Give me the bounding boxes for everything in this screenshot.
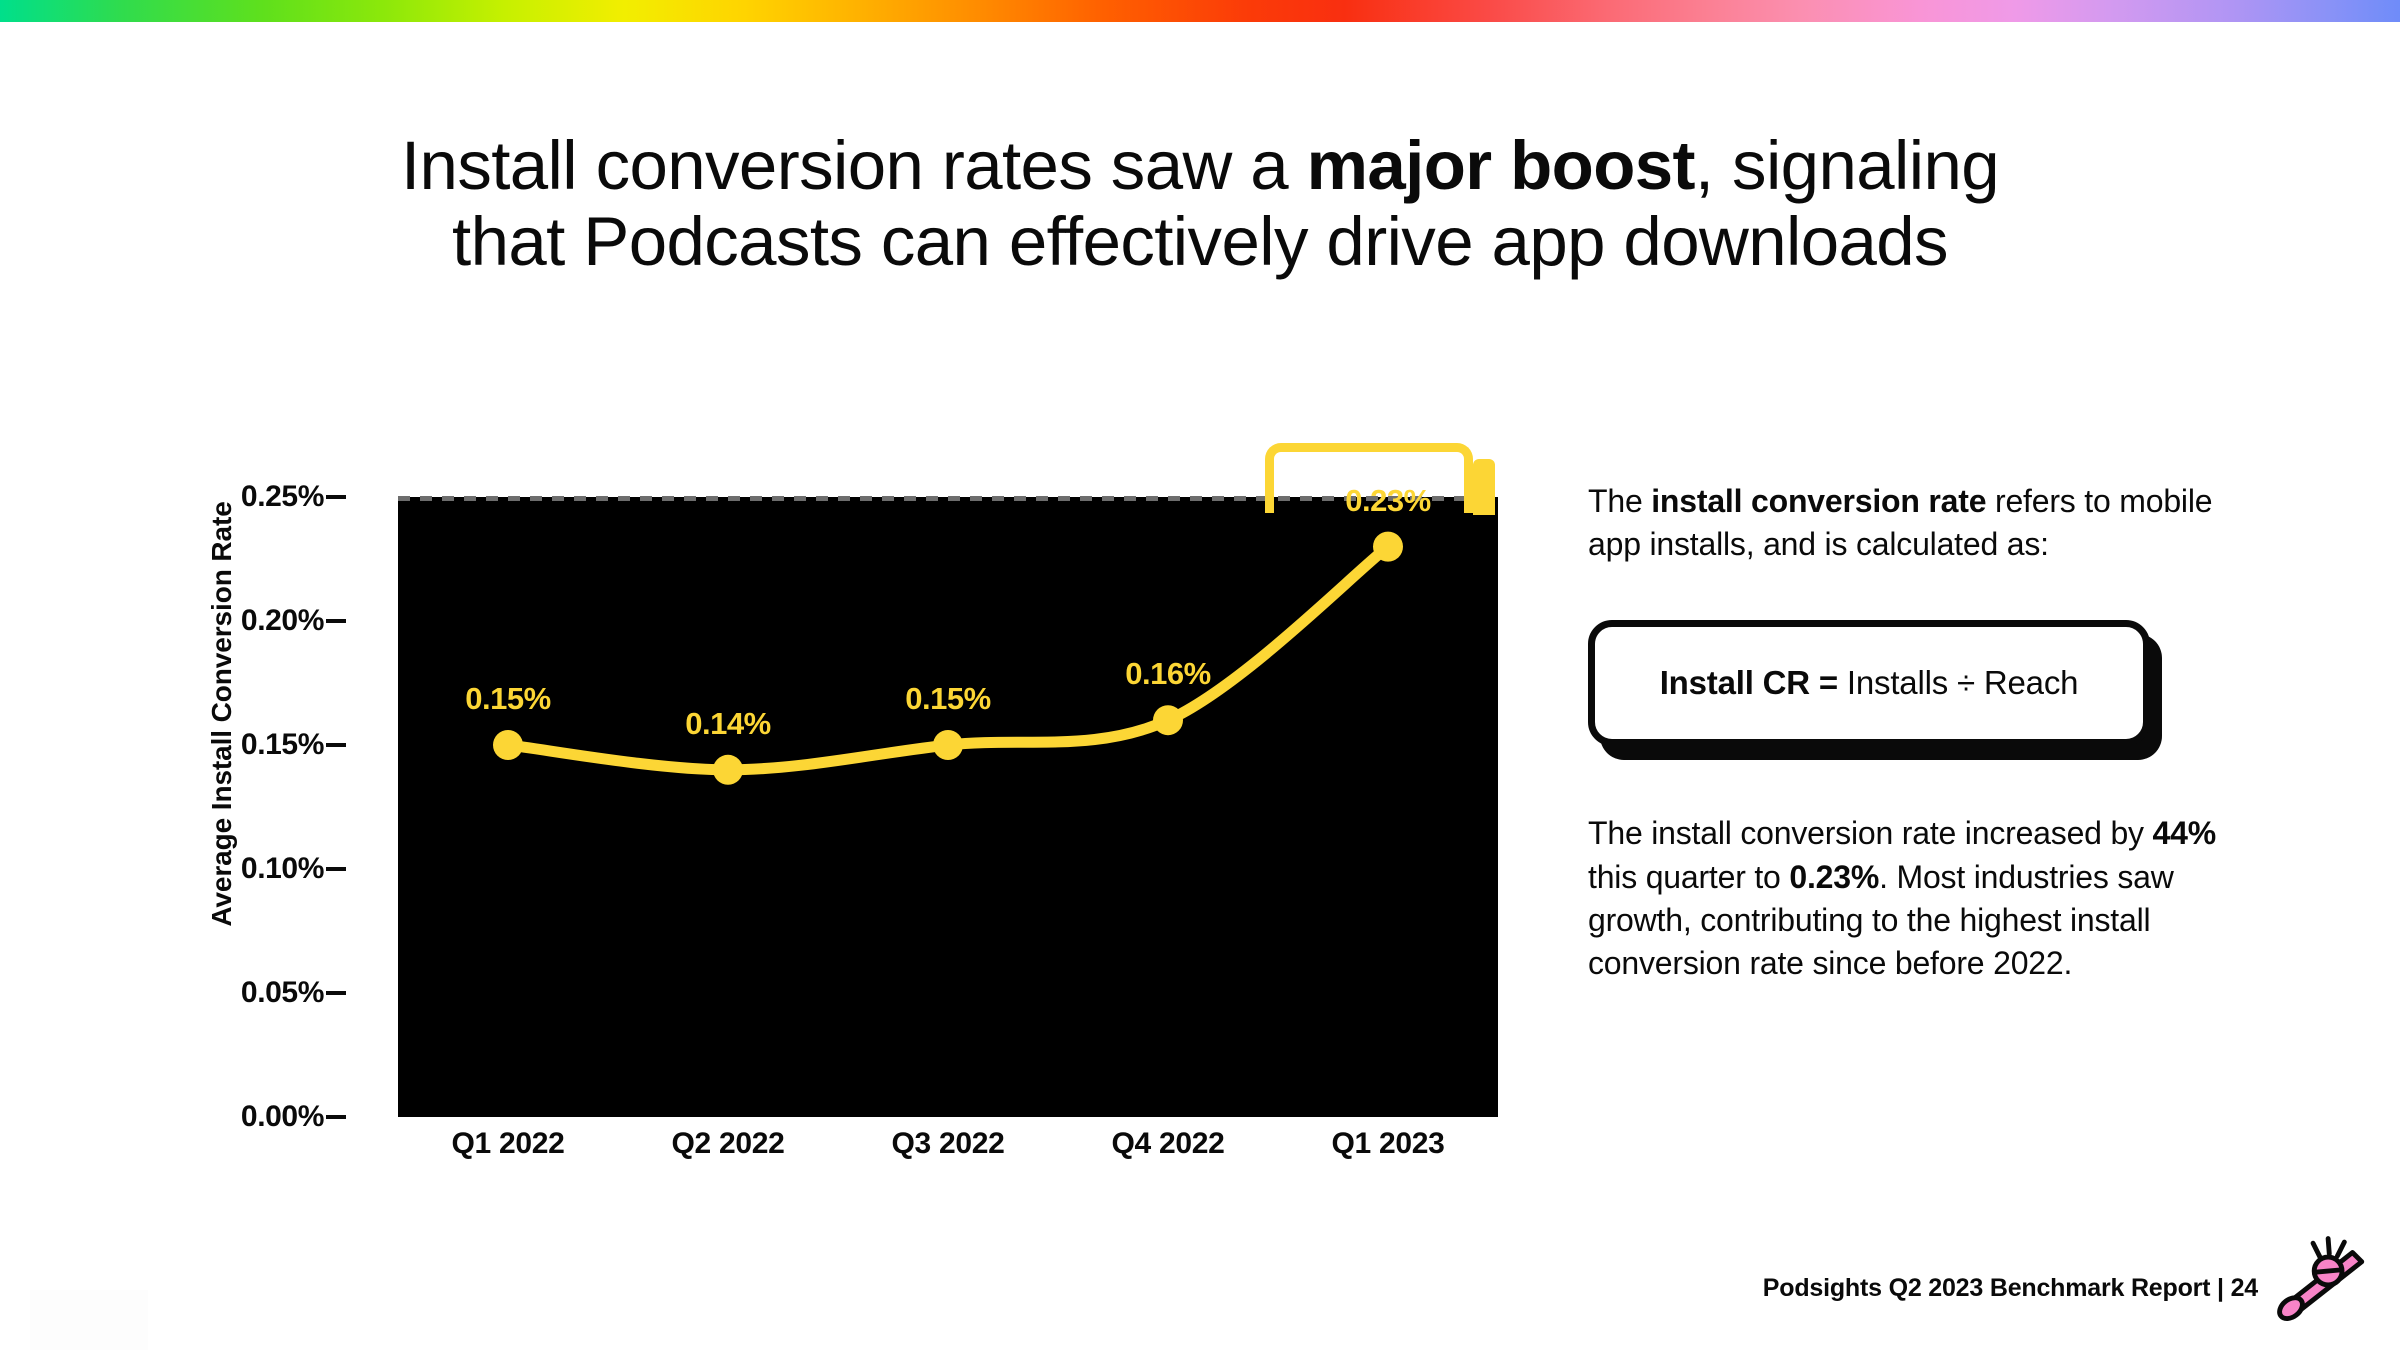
formula-text: Install CR = Installs ÷ Reach <box>1660 664 2079 702</box>
slide: Install conversion rates saw a major boo… <box>0 0 2400 1350</box>
x-axis-ticks: Q1 2022 Q2 2022 Q3 2022 Q4 2022 Q1 2023 <box>398 1127 1498 1177</box>
y-tick-mark <box>326 619 346 623</box>
data-point-label: 0.15% <box>465 681 551 716</box>
title-line-1-post: , signaling <box>1694 127 2000 204</box>
data-point-marker[interactable] <box>1153 705 1183 736</box>
y-tick-label: 0.25% <box>240 480 324 513</box>
y-tick-label: 0.00% <box>240 1100 324 1133</box>
x-tick-label: Q2 2022 <box>671 1127 785 1160</box>
title-line-2: that Podcasts can effectively drive app … <box>452 202 1949 280</box>
formula-expression: Installs ÷ Reach <box>1846 664 2079 702</box>
para1-pre: The <box>1588 483 1652 519</box>
highlight-bracket <box>1265 443 1495 515</box>
y-tick-label: 0.20% <box>240 604 324 637</box>
paragraph-insight: The install conversion rate increased by… <box>1588 812 2268 985</box>
data-point-marker[interactable] <box>933 730 963 760</box>
line-series <box>493 531 1403 785</box>
y-tick-mark <box>326 743 346 747</box>
y-tick-label: 0.05% <box>240 976 324 1009</box>
bracket-outline <box>1265 443 1473 513</box>
data-point-marker[interactable] <box>493 730 523 760</box>
para2-growth-pct: 44% <box>2152 815 2217 852</box>
y-tick-mark <box>326 867 346 871</box>
bracket-tab <box>1473 459 1495 515</box>
data-point-label: 0.15% <box>905 681 991 716</box>
rainbow-gradient-bar <box>0 0 2400 22</box>
formula-label: Install CR = <box>1659 664 1847 702</box>
title-line-1: Install conversion rates saw a major boo… <box>0 128 2400 204</box>
kazoo-icon <box>2277 1236 2365 1322</box>
data-point-label: 0.16% <box>1125 656 1211 692</box>
title-line-1-bold: major boost <box>1306 127 1696 204</box>
formula-card-wrap: Install CR = Installs ÷ Reach <box>1588 620 2162 761</box>
y-tick-mark <box>326 495 346 499</box>
x-tick-label: Q3 2022 <box>891 1127 1005 1160</box>
para2-a: The install conversion rate increased by <box>1588 815 2153 852</box>
data-point-label: 0.14% <box>685 705 771 741</box>
y-tick-mark <box>326 991 346 995</box>
data-point-marker[interactable] <box>1373 531 1403 562</box>
para2-c: this quarter to <box>1588 858 1790 895</box>
corner-watermark <box>30 1290 148 1350</box>
plot-area: 0.15% 0.14% 0.15% 0.16% 0.23% <box>398 483 1498 1117</box>
para1-bold: install conversion rate <box>1651 483 1987 519</box>
page-title: Install conversion rates saw a major boo… <box>0 128 2400 280</box>
data-point-marker[interactable] <box>713 754 743 785</box>
para2-rate-value: 0.23% <box>1789 858 1880 895</box>
x-tick-label: Q4 2022 <box>1111 1127 1225 1160</box>
footer-text: Podsights Q2 2023 Benchmark Report | 24 <box>1762 1274 2258 1302</box>
paragraph-definition: The install conversion rate refers to mo… <box>1588 480 2268 566</box>
install-conversion-rate-chart: Average Install Conversion Rate 0.25% 0.2… <box>150 430 1570 1170</box>
title-line-1-pre: Install conversion rates saw a <box>400 127 1307 204</box>
y-axis-ticks: 0.25% 0.20% 0.15% 0.10% 0.05% 0.00% <box>170 480 346 1133</box>
y-tick-mark <box>326 1115 346 1119</box>
y-tick-label: 0.15% <box>240 728 324 761</box>
y-tick-label: 0.10% <box>240 852 324 885</box>
x-tick-label: Q1 2023 <box>1331 1127 1445 1160</box>
x-tick-label: Q1 2022 <box>451 1127 565 1160</box>
explanation-panel: The install conversion rate refers to mo… <box>1588 480 2268 985</box>
formula-card: Install CR = Installs ÷ Reach <box>1588 620 2150 747</box>
